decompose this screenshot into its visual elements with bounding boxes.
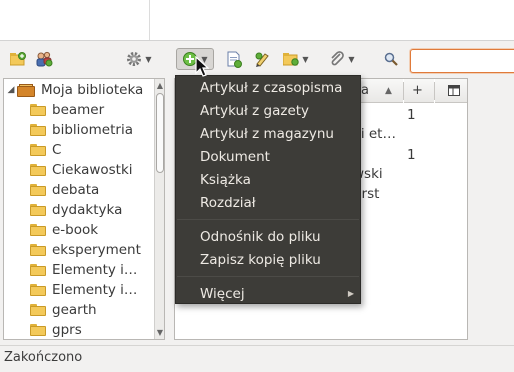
library-icon xyxy=(17,83,35,97)
menu-item-newspaper-article[interactable]: Artykuł z gazety xyxy=(176,100,360,122)
folder-note-icon xyxy=(283,53,300,66)
search-button[interactable] xyxy=(381,48,401,70)
new-standalone-note-button[interactable]: ▼ xyxy=(280,48,312,70)
add-by-identifier-button[interactable] xyxy=(224,48,244,70)
folder-icon xyxy=(30,264,46,276)
scrollbar-thumb[interactable] xyxy=(156,93,164,173)
folder-icon xyxy=(30,164,46,176)
mouse-cursor-icon xyxy=(195,56,209,77)
collection-label: gearth xyxy=(52,302,97,318)
folder-icon xyxy=(30,324,46,336)
column-header-notes[interactable]: + xyxy=(404,79,434,103)
new-collection-button[interactable] xyxy=(8,48,28,70)
column-header-gap xyxy=(397,79,403,103)
folder-icon xyxy=(30,104,46,116)
new-group-button[interactable] xyxy=(33,48,55,70)
menu-item-more[interactable]: Więcej ▶ xyxy=(176,283,360,305)
collection-item[interactable]: Elementy i… xyxy=(30,280,137,300)
collection-label: Elementy i… xyxy=(52,262,138,278)
collection-item[interactable]: eksperyment xyxy=(30,240,141,260)
menu-item-book-section[interactable]: Rozdział xyxy=(176,192,360,214)
item-count-cell: 1 xyxy=(407,107,416,123)
folder-icon xyxy=(30,224,46,236)
submenu-arrow-icon: ▶ xyxy=(347,289,354,298)
chevron-down-icon: ▼ xyxy=(145,54,152,64)
menu-item-store-copy-of-file[interactable]: Zapisz kopię pliku xyxy=(176,249,360,271)
collection-label: C xyxy=(52,142,62,158)
menu-item-more-label: Więcej xyxy=(200,286,245,302)
column-title-label: a xyxy=(361,83,369,98)
collection-item[interactable]: C xyxy=(30,140,61,160)
folder-icon xyxy=(30,304,46,316)
menu-separator xyxy=(177,219,359,220)
collection-label: eksperyment xyxy=(52,242,141,258)
column-plus-label: + xyxy=(412,83,423,98)
collection-label: beamer xyxy=(52,102,105,118)
menu-separator xyxy=(177,276,359,277)
paperclip-icon xyxy=(331,51,345,66)
item-count-cell: 1 xyxy=(407,147,416,163)
collection-label: e-book xyxy=(52,222,99,238)
collections-scrollbar[interactable]: ▲ ▼ xyxy=(154,79,164,339)
group-add-icon xyxy=(36,51,53,67)
collection-item[interactable]: gearth xyxy=(30,300,97,320)
new-item-menu: Artykuł z czasopisma Artykuł z gazety Ar… xyxy=(175,75,361,304)
menu-item-book[interactable]: Książka xyxy=(176,169,360,191)
collection-item[interactable]: Elementy i… xyxy=(30,260,137,280)
status-bar: Zakończono xyxy=(0,345,514,372)
expand-triangle-icon[interactable]: ◢ xyxy=(5,85,17,95)
folder-icon xyxy=(30,244,46,256)
column-picker-icon xyxy=(448,85,460,96)
gear-icon xyxy=(127,52,142,66)
menu-item-link-to-file[interactable]: Odnośnik do pliku xyxy=(176,226,360,248)
scroll-down-arrow-icon[interactable]: ▼ xyxy=(155,328,164,337)
folder-icon xyxy=(30,124,46,136)
collection-item[interactable]: Ciekawostki xyxy=(30,160,133,180)
menu-item-journal-article[interactable]: Artykuł z czasopisma xyxy=(176,77,360,99)
collection-item[interactable]: gprs xyxy=(30,320,82,339)
chevron-down-icon: ▼ xyxy=(348,54,355,64)
collection-label: bibliometria xyxy=(52,122,133,138)
collections-pane: ◢ Moja biblioteka beamer bibliometria C … xyxy=(3,78,165,340)
collection-label: Elementy i… xyxy=(52,282,138,298)
chevron-down-icon: ▼ xyxy=(302,54,309,64)
pane-divider xyxy=(149,0,150,40)
tree-root-label: Moja biblioteka xyxy=(41,82,144,98)
collection-item[interactable]: debata xyxy=(30,180,99,200)
collection-label: gprs xyxy=(52,322,82,338)
search-input[interactable] xyxy=(410,49,514,73)
column-picker[interactable] xyxy=(435,79,467,103)
folder-icon xyxy=(30,204,46,216)
document-add-icon xyxy=(227,51,242,68)
magnifier-icon xyxy=(384,52,398,66)
collection-item[interactable]: dydaktyka xyxy=(30,200,122,220)
folder-icon xyxy=(30,284,46,296)
actions-menu-button[interactable]: ▼ xyxy=(122,48,156,70)
status-text: Zakończono xyxy=(4,350,83,365)
collection-label: dydaktyka xyxy=(52,202,123,218)
collection-item[interactable]: e-book xyxy=(30,220,98,240)
pen-icon xyxy=(255,52,269,67)
collection-label: Ciekawostki xyxy=(52,162,133,178)
previous-pane-area xyxy=(0,0,514,40)
folder-add-icon xyxy=(10,52,26,66)
menu-item-document[interactable]: Dokument xyxy=(176,146,360,168)
folder-icon xyxy=(30,184,46,196)
folder-icon xyxy=(30,144,46,156)
tree-root-my-library[interactable]: ◢ Moja biblioteka xyxy=(5,80,144,100)
scroll-up-arrow-icon[interactable]: ▲ xyxy=(155,81,164,90)
collection-label: debata xyxy=(52,182,100,198)
collection-item[interactable]: beamer xyxy=(30,100,104,120)
new-note-button[interactable] xyxy=(252,48,272,70)
add-attachment-button[interactable]: ▼ xyxy=(326,48,358,70)
collection-item[interactable]: bibliometria xyxy=(30,120,133,140)
menu-item-magazine-article[interactable]: Artykuł z magazynu xyxy=(176,123,360,145)
sort-ascending-icon: ▲ xyxy=(385,85,392,96)
